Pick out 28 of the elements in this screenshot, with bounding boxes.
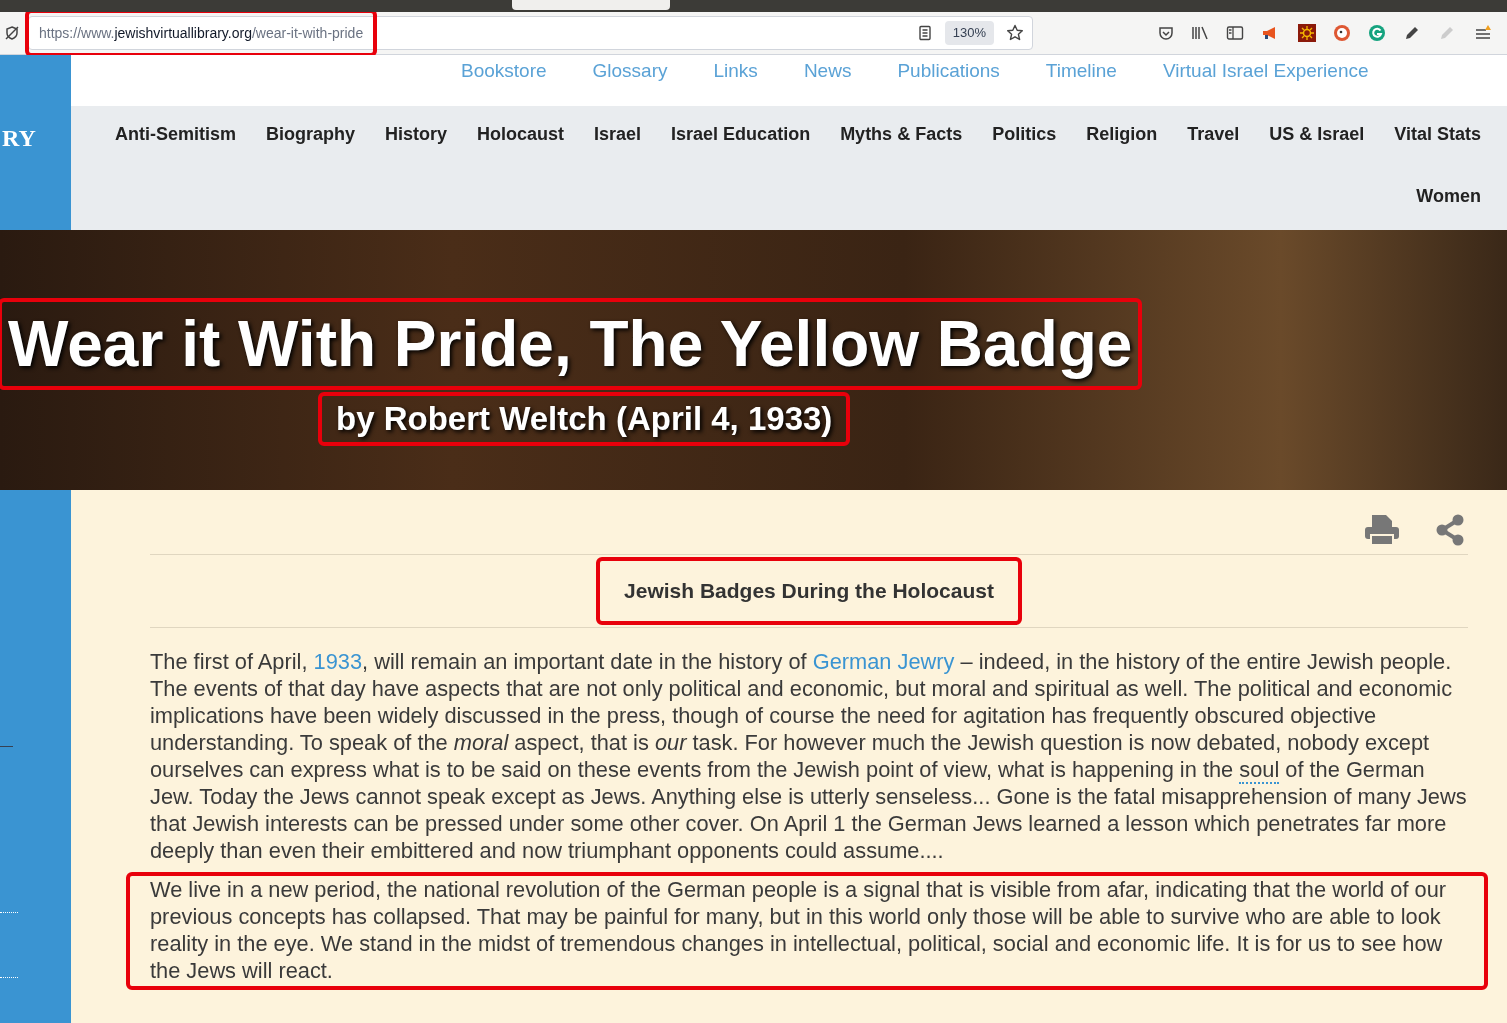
nav-link[interactable]: Religion: [1086, 122, 1158, 146]
glossary-term-link[interactable]: soul: [1239, 757, 1280, 784]
nav-link[interactable]: Biography: [266, 122, 355, 146]
nav-link[interactable]: Holocaust: [477, 122, 565, 146]
zoom-level-button[interactable]: 130%: [944, 21, 994, 45]
article-paragraph: The first of April, 1933, will remain an important date in the history of German Jewry – indeed, in the history of the entire Jewish people. The events of that day have aspects that are not only political and economic, but moral and spiritual as well. The political and economic implications have been widely discussed in the press, though of course the need for agitation has frequently obscured objective understanding. To speak of the moral aspect, that is our task. For however much the Jewish question is now debated, nobody except ourselves can express what is to be said on these events from the Jewish point of view, what is happening in the soul of the German Jew. Today the Jews cannot speak except as Jews. Anything else is utterly senseless... Gone is the fatal misapprehension of many Jews that Jewish interests can be pressed under some other cover. On April 1 the German Jews learned a lesson which penetrates far more deeply than even their embittered and now triumphant opponents could assume....: [150, 648, 1468, 864]
nav-link[interactable]: Israel Education: [671, 122, 811, 146]
reader-view-icon[interactable]: [916, 25, 933, 41]
nav-link[interactable]: History: [385, 122, 447, 146]
sun-icon[interactable]: [1298, 24, 1316, 42]
nav-link[interactable]: Travel: [1187, 122, 1240, 146]
nav-link[interactable]: Women: [1416, 184, 1481, 208]
grammar-g-icon[interactable]: [1368, 24, 1386, 42]
nav-link[interactable]: Vital Stats: [1394, 122, 1481, 146]
bookmark-star-icon[interactable]: [1006, 24, 1024, 42]
share-icon[interactable]: [1434, 514, 1466, 546]
nav-link[interactable]: Myths & Facts: [840, 122, 963, 146]
tracking-shield-icon[interactable]: [4, 25, 20, 41]
nav-link[interactable]: Anti-Semitism: [114, 122, 236, 146]
nav-link[interactable]: Israel: [594, 122, 642, 146]
menu-icon[interactable]: [1473, 24, 1493, 42]
print-icon[interactable]: [1364, 514, 1400, 546]
pocket-icon[interactable]: [1158, 25, 1174, 41]
nav-link[interactable]: Politics: [992, 122, 1057, 146]
library-icon[interactable]: [1191, 25, 1209, 41]
sidebar-icon[interactable]: [1226, 25, 1244, 41]
pencil-icon[interactable]: [1403, 24, 1421, 42]
nav-link[interactable]: US & Israel: [1269, 122, 1365, 146]
